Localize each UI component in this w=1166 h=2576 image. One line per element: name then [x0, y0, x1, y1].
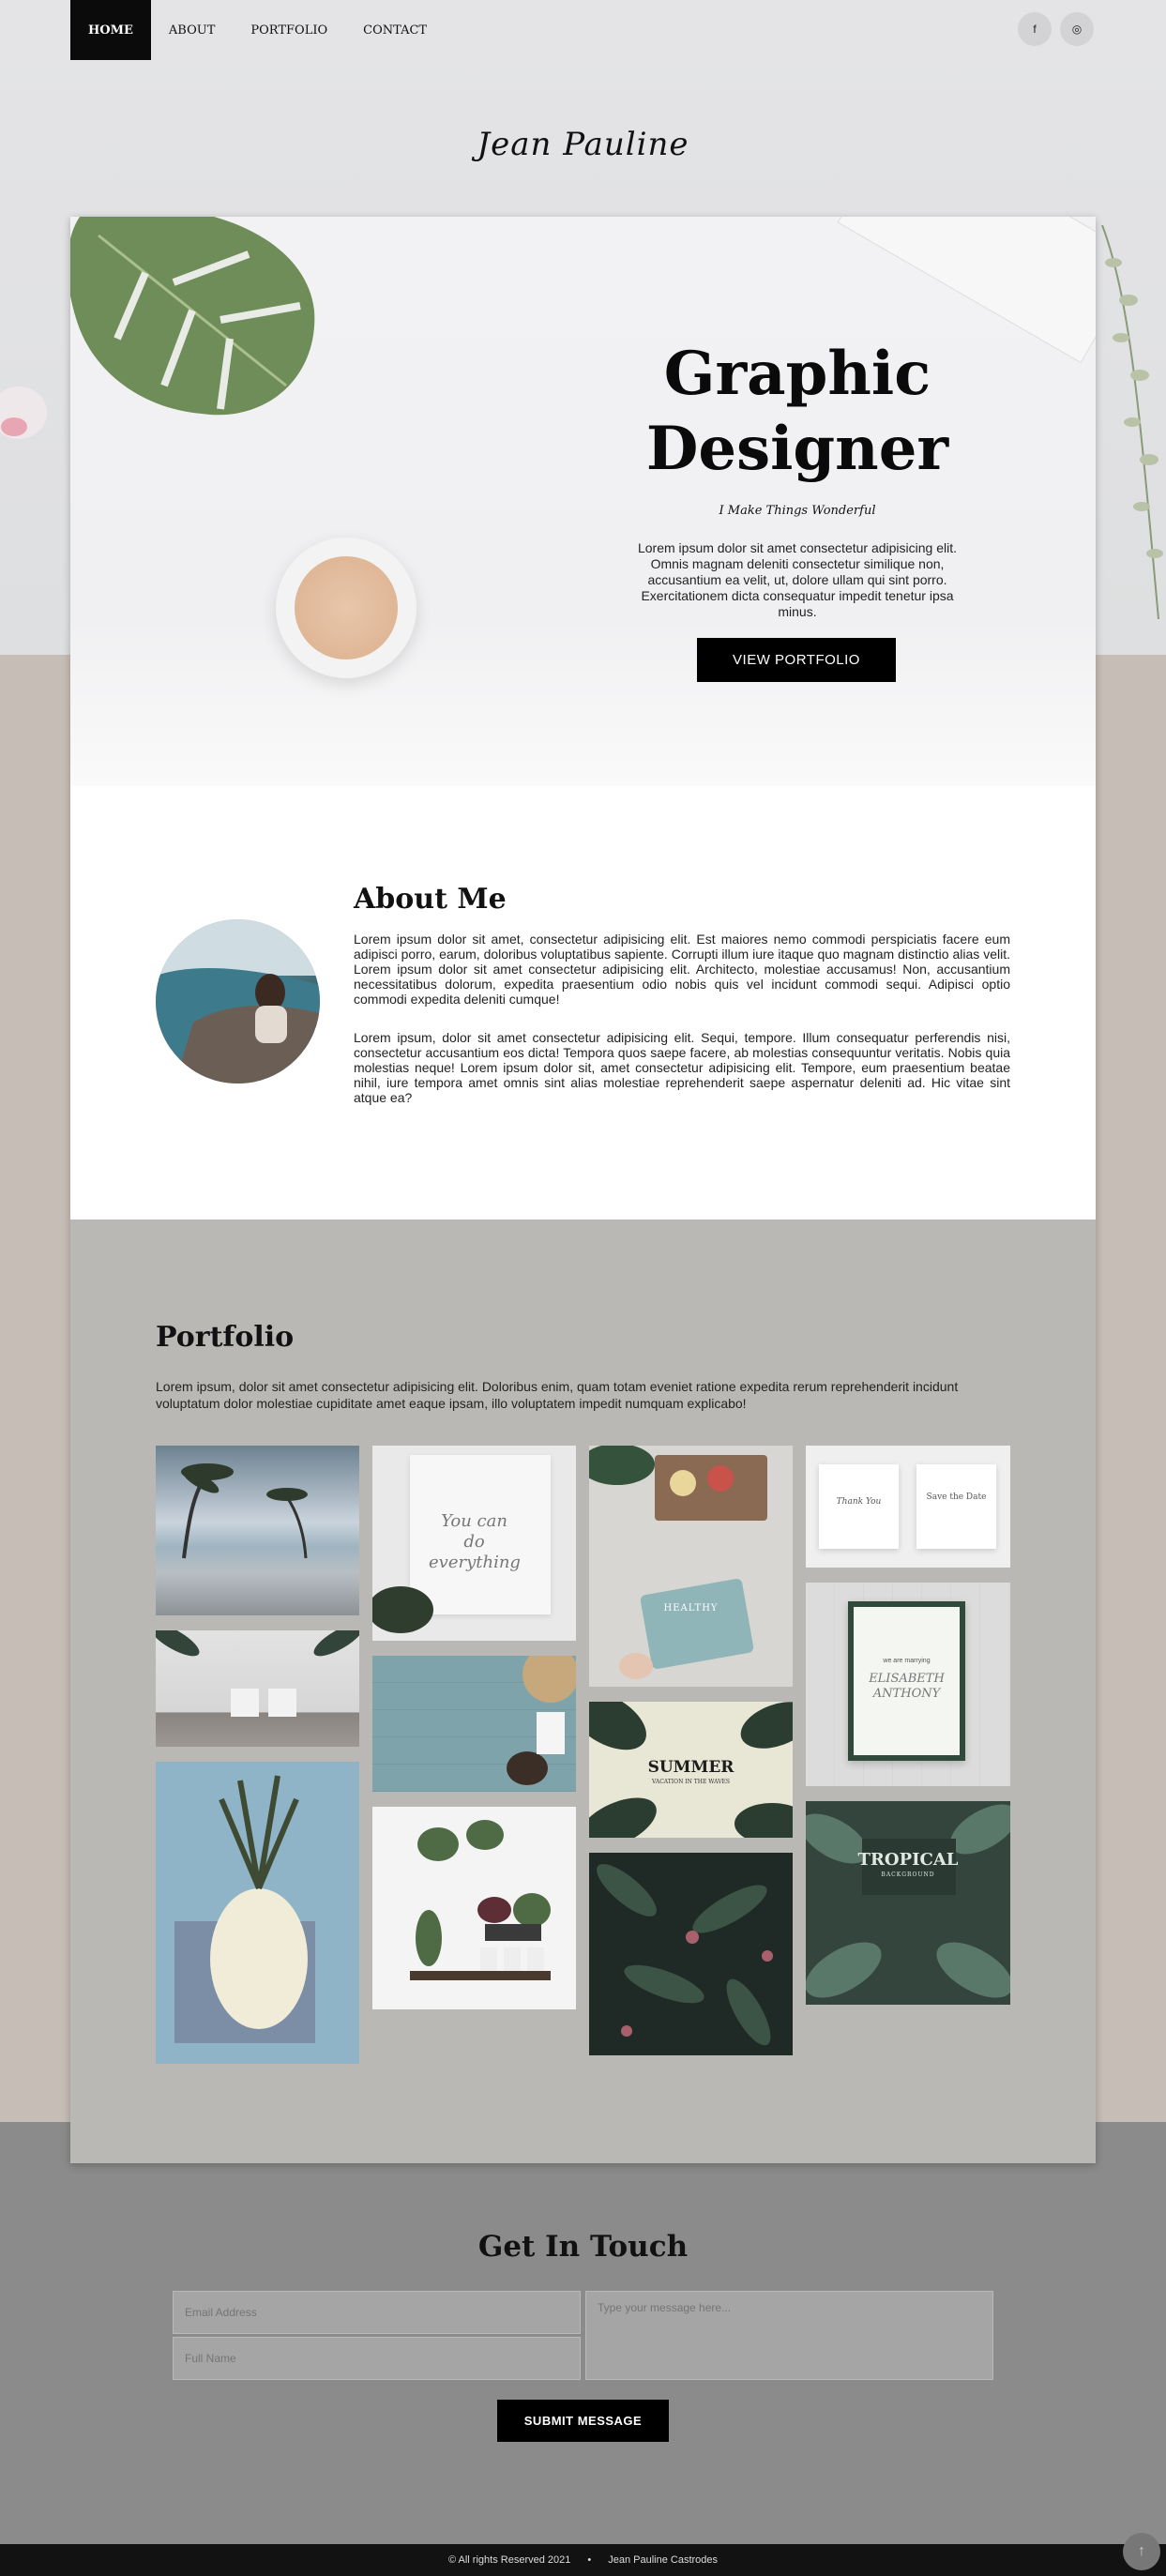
invite-pre-text: we are marrying — [883, 1658, 931, 1664]
monstera-leaf-decoration — [70, 217, 315, 416]
portfolio-item-tropical[interactable]: TROPICAL BACKGROUND — [806, 1801, 1010, 2005]
portfolio-item-dark-leaves[interactable] — [589, 1853, 793, 2055]
full-name-field[interactable] — [173, 2337, 581, 2380]
footer-separator: • — [587, 2554, 592, 2566]
contact-title: Get In Touch — [477, 2230, 689, 2264]
portfolio-intro: Lorem ipsum, dolor sit amet consectetur … — [156, 1379, 959, 1411]
coffee-cup-decoration — [276, 538, 416, 678]
portfolio-item-you-can[interactable]: You can do everything — [372, 1446, 576, 1641]
about-paragraph-2: Lorem ipsum, dolor sit amet consectetur … — [354, 1030, 1010, 1105]
hero-description: Lorem ipsum dolor sit amet consectetur a… — [637, 540, 958, 619]
nav-contact[interactable]: CONTACT — [345, 0, 445, 60]
brand-logo[interactable]: Jean Pauline — [0, 126, 1166, 163]
portfolio-item-wedding-invite[interactable]: we are marrying ELISABETH ANTHONY — [806, 1583, 1010, 1786]
about-title: About Me — [354, 883, 507, 916]
email-field[interactable] — [173, 2291, 581, 2334]
hero-title-line-1: Graphic — [663, 339, 931, 409]
footer: © All rights Reserved 2021 • Jean Paulin… — [0, 2544, 1166, 2576]
nav-home[interactable]: HOME — [70, 0, 151, 60]
portfolio-item-mugs[interactable] — [156, 1630, 359, 1747]
hero-tagline: I Make Things Wonderful — [719, 504, 876, 518]
hero-title-line-2: Designer — [645, 414, 949, 484]
portfolio-item-beach[interactable] — [156, 1446, 359, 1615]
summer-subtext: VACATION IN THE WAVES — [651, 1779, 731, 1785]
thank-you-text: Thank You — [836, 1497, 882, 1507]
submit-message-button[interactable]: SUBMIT MESSAGE — [497, 2400, 669, 2442]
facebook-icon[interactable]: f — [1018, 12, 1052, 46]
message-field[interactable] — [585, 2291, 993, 2380]
portfolio-item-summer[interactable]: SUMMER VACATION IN THE WAVES — [589, 1702, 793, 1838]
tropical-text: TROPICAL — [857, 1850, 959, 1870]
about-section: About Me Lorem ipsum dolor sit amet, con… — [70, 786, 1096, 1220]
nav-portfolio[interactable]: PORTFOLIO — [233, 0, 345, 60]
summer-text: SUMMER — [647, 1758, 734, 1777]
hero-section: Graphic Designer I Make Things Wonderful… — [70, 217, 1096, 786]
main-navigation: HOME ABOUT PORTFOLIO CONTACT — [70, 0, 445, 60]
footer-copyright: © All rights Reserved 2021 — [447, 2554, 571, 2566]
portfolio-item-pineapple[interactable] — [156, 1762, 359, 2064]
nav-about[interactable]: ABOUT — [151, 0, 233, 60]
portfolio-item-healthy-food[interactable]: HEALTHY — [589, 1446, 793, 1687]
eucalyptus-branch-decoration — [1101, 225, 1163, 619]
instagram-icon[interactable]: ◎ — [1060, 12, 1094, 46]
view-portfolio-button[interactable]: VIEW PORTFOLIO — [697, 638, 896, 682]
portfolio-item-plants-shelf[interactable] — [372, 1807, 576, 2009]
portfolio-item-thank-you-cards[interactable]: Thank You Save the Date — [806, 1446, 1010, 1568]
portfolio-item-blue-wood[interactable] — [372, 1656, 576, 1792]
invite-name-text: ELISABETH ANTHONY — [869, 1672, 945, 1701]
tropical-subtext: BACKGROUND — [881, 1871, 935, 1878]
portfolio-title: Portfolio — [156, 1321, 295, 1354]
avatar — [156, 919, 320, 1083]
footer-owner: Jean Pauline Castrodes — [608, 2554, 719, 2566]
bird-figurine-decoration — [0, 386, 47, 439]
arrow-up-icon[interactable]: ↑ — [1123, 2533, 1160, 2570]
hero-title: Graphic Designer — [614, 337, 980, 487]
healthy-text: HEALTHY — [663, 1603, 719, 1614]
main-card: Graphic Designer I Make Things Wonderful… — [70, 217, 1096, 2163]
save-date-text: Save the Date — [926, 1493, 987, 1502]
about-paragraph-1: Lorem ipsum dolor sit amet, consectetur … — [354, 932, 1010, 1007]
portfolio-section: Portfolio Lorem ipsum, dolor sit amet co… — [70, 1220, 1096, 2163]
